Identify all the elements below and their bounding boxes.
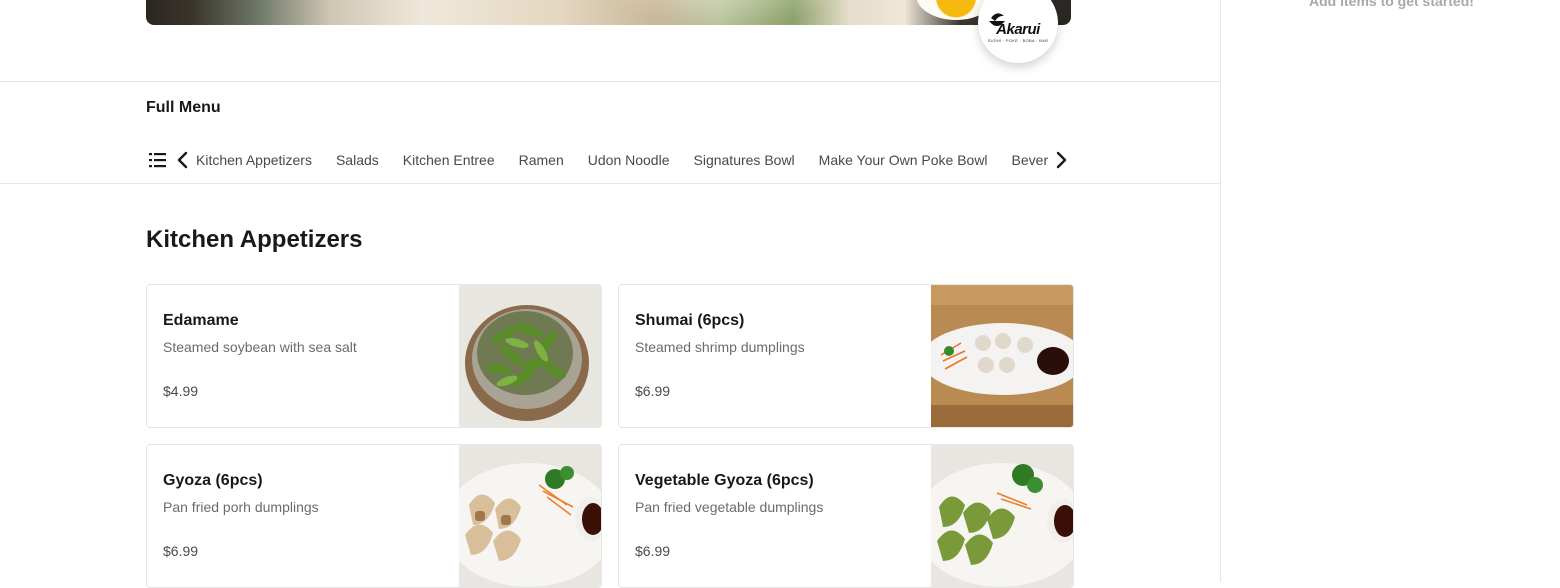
item-price: $6.99 [635, 383, 671, 399]
hero-banner-image [146, 0, 1071, 25]
divider [0, 183, 1220, 184]
item-photo [459, 285, 601, 427]
item-name: Shumai (6pcs) [635, 312, 745, 329]
tab-udon-noodle[interactable]: Udon Noodle [588, 148, 670, 172]
item-description: Steamed shrimp dumplings [635, 339, 805, 355]
menu-item-card[interactable]: Edamame Steamed soybean with sea salt $4… [146, 284, 602, 428]
category-nav: Kitchen Appetizers Salads Kitchen Entree Ra… [146, 148, 1071, 172]
main-content: Akarui SUSHI · POKE · BOBA · BAR Full Me… [0, 0, 1220, 588]
menu-item-card[interactable]: Vegetable Gyoza (6pcs) Pan fried vegetab… [618, 444, 1074, 588]
tab-kitchen-entree[interactable]: Kitchen Entree [403, 148, 495, 172]
item-name: Gyoza (6pcs) [163, 472, 263, 489]
cart-panel: Add items to get started! [1220, 0, 1560, 582]
item-photo [931, 445, 1073, 587]
item-photo [459, 445, 601, 587]
item-description: Pan fried porh dumplings [163, 499, 319, 515]
logo-bowl-icon [989, 13, 1005, 26]
tab-salads[interactable]: Salads [336, 148, 379, 172]
item-photo [931, 285, 1073, 427]
menu-item-card[interactable]: Gyoza (6pcs) Pan fried porh dumplings $6… [146, 444, 602, 588]
item-price: $4.99 [163, 383, 199, 399]
item-price: $6.99 [163, 543, 199, 559]
tab-make-your-own-poke-bowl[interactable]: Make Your Own Poke Bowl [819, 148, 988, 172]
chevron-left-icon[interactable] [176, 151, 190, 169]
tab-ramen[interactable]: Ramen [519, 148, 564, 172]
chevron-right-icon[interactable] [1054, 151, 1068, 169]
tab-kitchen-appetizers[interactable]: Kitchen Appetizers [196, 148, 312, 172]
item-name: Edamame [163, 312, 239, 329]
item-name: Vegetable Gyoza (6pcs) [635, 472, 814, 489]
item-price: $6.99 [635, 543, 671, 559]
full-menu-title: Full Menu [146, 99, 221, 116]
category-tabs: Kitchen Appetizers Salads Kitchen Entree Ra… [196, 148, 1048, 172]
cart-empty-message: Add items to get started! [1309, 0, 1474, 9]
menu-item-card[interactable]: Shumai (6pcs) Steamed shrimp dumplings $… [618, 284, 1074, 428]
list-icon[interactable] [148, 151, 168, 169]
section-title: Kitchen Appetizers [146, 226, 363, 253]
tab-signatures-bowl[interactable]: Signatures Bowl [694, 148, 795, 172]
item-description: Steamed soybean with sea salt [163, 339, 357, 355]
restaurant-logo: Akarui SUSHI · POKE · BOBA · BAR [978, 0, 1058, 63]
item-description: Pan fried vegetable dumplings [635, 499, 824, 515]
tab-beverages[interactable]: Beverages [1012, 148, 1048, 172]
divider [0, 81, 1220, 82]
